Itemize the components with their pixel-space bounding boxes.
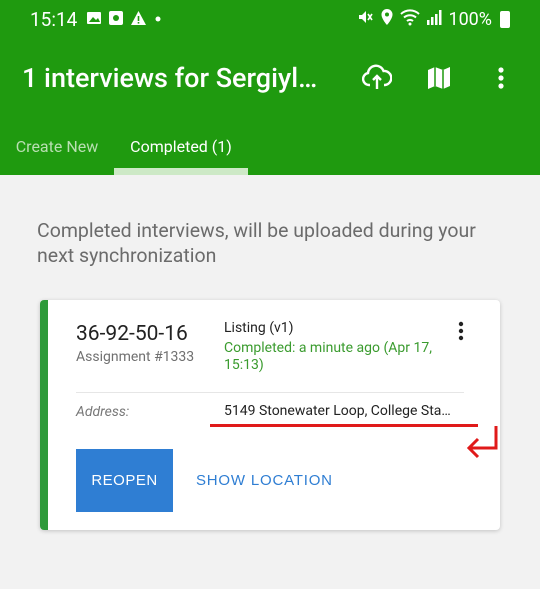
assignment-number: Assignment #1333 <box>76 349 195 365</box>
address-label: Address: <box>76 404 130 420</box>
app-icon <box>108 10 124 30</box>
show-location-button[interactable]: SHOW LOCATION <box>190 449 339 512</box>
card-divider <box>76 392 464 393</box>
status-bar: 15:14 100% <box>0 0 540 38</box>
address-value: 5149 Stonewater Loop, College Sta… <box>224 403 451 419</box>
appbar-actions <box>358 60 520 96</box>
image-icon <box>86 10 102 30</box>
dot-icon <box>153 10 163 30</box>
tab-bar: Create New Completed (1) <box>0 118 540 175</box>
tab-completed[interactable]: Completed (1) <box>114 118 248 175</box>
warning-icon <box>130 10 147 30</box>
tab-create-new[interactable]: Create New <box>0 118 114 175</box>
tab-indicator <box>114 168 248 175</box>
cloud-sync-icon[interactable] <box>358 60 396 96</box>
card-menu-icon[interactable] <box>448 318 474 344</box>
mute-icon <box>356 8 374 31</box>
app-bar: 1 interviews for Sergiyl… <box>0 38 540 118</box>
reopen-button[interactable]: REOPEN <box>76 449 173 512</box>
interview-card[interactable]: 36-92-50-16 Assignment #1333 Listing (v1… <box>40 300 500 530</box>
status-stripe <box>40 300 48 530</box>
map-icon[interactable] <box>420 60 458 96</box>
battery-icon <box>500 11 510 28</box>
signal-icon <box>426 8 442 31</box>
interview-status: Completed: a minute ago (Apr 17, 15:13) <box>224 340 432 373</box>
more-vert-icon[interactable] <box>482 60 520 96</box>
questionnaire-name: Listing (v1) <box>224 320 294 336</box>
interview-number: 36-92-50-16 <box>76 322 188 346</box>
annotation-arrow-icon <box>466 426 498 459</box>
location-icon <box>380 8 394 31</box>
annotation-underline <box>210 424 478 427</box>
status-left-icons <box>86 10 163 30</box>
status-right-icons: 100% <box>356 8 510 31</box>
page-title: 1 interviews for Sergiyl… <box>22 62 318 94</box>
wifi-icon <box>400 8 421 31</box>
battery-level: 100% <box>448 9 492 30</box>
status-time: 15:14 <box>30 8 78 31</box>
intro-text: Completed interviews, will be uploaded d… <box>37 219 476 267</box>
